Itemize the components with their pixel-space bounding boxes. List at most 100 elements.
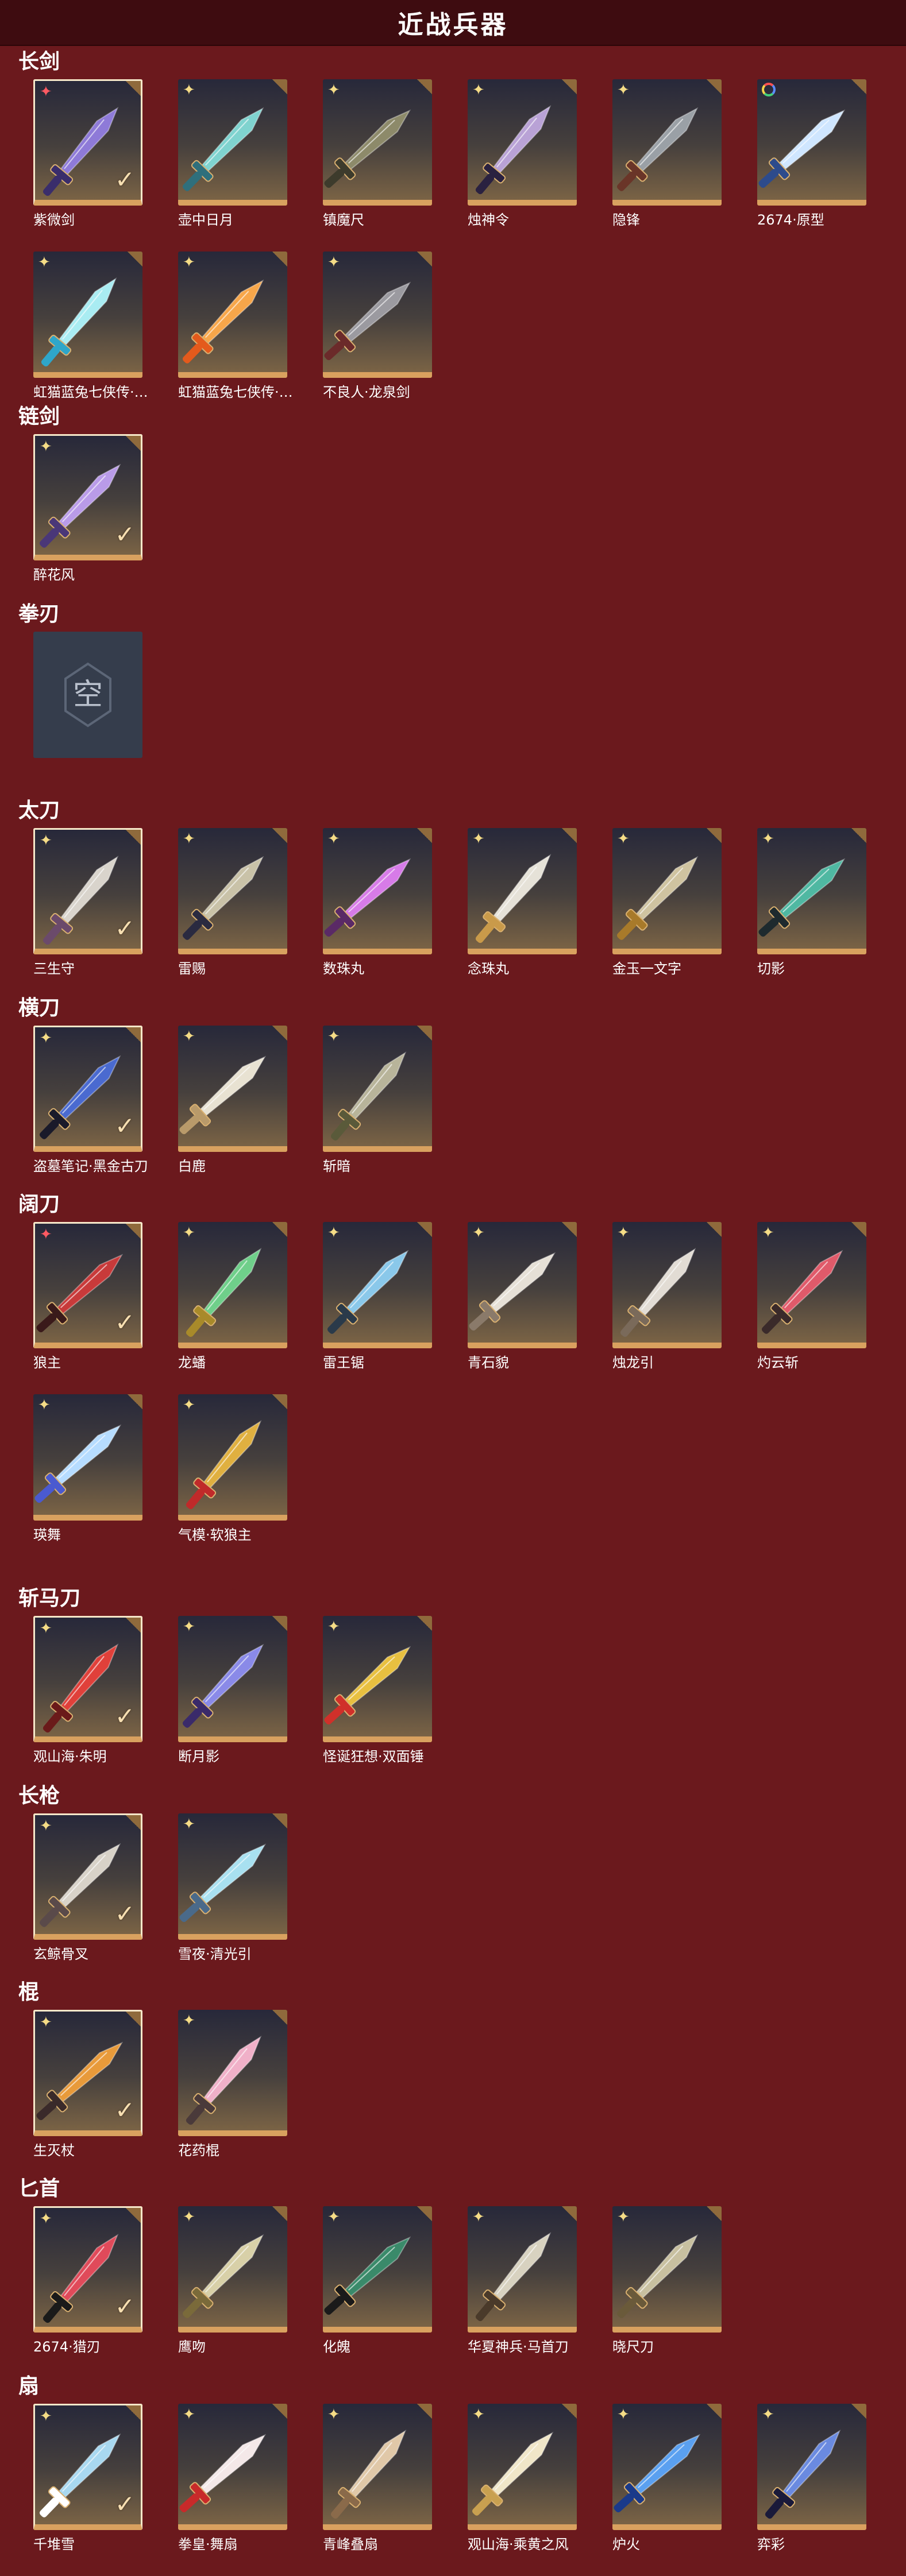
weapon-item[interactable]: ✦ 雷王锯 <box>323 1222 432 1394</box>
weapon-tile[interactable]: ✦ ✓ <box>33 434 142 560</box>
weapon-item[interactable]: ✦ 拳皇·舞扇 <box>178 2404 287 2576</box>
weapon-tile[interactable]: ✦ ✓ <box>33 1222 142 1348</box>
weapon-item[interactable]: ✦ 切影 <box>757 828 866 1000</box>
weapon-tile[interactable]: ✦ <box>612 828 722 954</box>
weapon-item[interactable]: ✦ 华夏神兵·马首刀 <box>468 2206 577 2378</box>
equipped-check-icon: ✓ <box>114 1308 135 1336</box>
weapon-item[interactable]: ✦ 烛神令 <box>468 79 577 252</box>
weapon-item[interactable]: ✦ 金玉一文字 <box>612 828 722 1000</box>
weapon-tile[interactable]: ✦ ✓ <box>33 79 142 206</box>
weapon-tile[interactable]: ✦ <box>323 1616 432 1742</box>
weapon-tile[interactable]: ✦ <box>178 1616 287 1742</box>
weapon-item[interactable]: ✦ ✓ 2674·猎刃 <box>33 2206 142 2378</box>
weapon-tile[interactable]: ✦ <box>323 828 432 954</box>
section-title: 棍 <box>18 1981 40 2004</box>
weapon-tile[interactable]: ✦ <box>468 1222 577 1348</box>
weapon-item[interactable]: ✦ 虹猫蓝兔七侠传·冰魄剑 <box>33 252 160 424</box>
weapon-item[interactable]: ✦ ✓ 三生守 <box>33 828 142 1000</box>
weapon-item[interactable]: ✦ ✓ 千堆雪 <box>33 2404 142 2576</box>
empty-slot[interactable]: 空 <box>33 632 142 758</box>
weapon-item[interactable]: 2674·原型 <box>757 79 866 252</box>
weapon-item[interactable]: ✦ 弈彩 <box>757 2404 866 2576</box>
weapon-tile[interactable]: ✦ <box>612 2404 722 2530</box>
weapon-tile[interactable]: ✦ <box>178 79 287 206</box>
weapon-item[interactable]: ✦ 雪夜·清光引 <box>178 1813 287 1986</box>
weapon-item[interactable]: ✦ 雷赐 <box>178 828 287 1000</box>
weapon-tile[interactable]: ✦ <box>612 79 722 206</box>
weapon-item[interactable]: ✦ ✓ 醉花风 <box>33 434 142 606</box>
rarity-icon: ✦ <box>183 1618 195 1635</box>
weapon-tile[interactable]: ✦ ✓ <box>33 828 142 954</box>
weapon-item[interactable]: ✦ 观山海·乘黄之风 <box>468 2404 577 2576</box>
weapon-tile[interactable]: ✦ <box>178 1026 287 1152</box>
rarity-icon: ✦ <box>40 1817 52 1835</box>
weapon-item[interactable]: ✦ 花药棍 <box>178 2010 287 2182</box>
weapon-tile[interactable]: ✦ <box>323 2206 432 2333</box>
weapon-tile[interactable]: ✦ ✓ <box>33 1026 142 1152</box>
weapon-tile[interactable]: ✦ <box>178 828 287 954</box>
weapon-tile[interactable]: ✦ <box>178 2010 287 2136</box>
weapon-item[interactable]: ✦ ✓ 紫微剑 <box>33 79 142 252</box>
weapon-item[interactable]: ✦ ✓ 玄鲸骨叉 <box>33 1813 142 1986</box>
corner-tag-icon <box>417 2404 432 2419</box>
weapon-tile[interactable]: ✦ ✓ <box>33 1616 142 1742</box>
weapon-tile[interactable]: ✦ <box>757 1222 866 1348</box>
weapon-item[interactable]: ✦ 气模·软狼主 <box>178 1394 287 1567</box>
weapon-item[interactable]: ✦ 壶中日月 <box>178 79 287 252</box>
weapon-item[interactable]: ✦ 炉火 <box>612 2404 722 2576</box>
weapon-tile[interactable] <box>757 79 866 206</box>
weapon-item[interactable]: ✦ 不良人·龙泉剑 <box>323 252 432 424</box>
section-title: 横刀 <box>18 996 60 1020</box>
weapon-item[interactable]: ✦ 斩暗 <box>323 1026 432 1198</box>
weapon-tile[interactable]: ✦ <box>323 79 432 206</box>
weapon-item[interactable]: ✦ ✓ 生灭杖 <box>33 2010 142 2182</box>
equipped-check-icon: ✓ <box>114 1112 135 1140</box>
weapon-item[interactable]: ✦ 镇魔尺 <box>323 79 432 252</box>
weapon-item[interactable]: ✦ 化魄 <box>323 2206 432 2378</box>
weapon-item[interactable]: ✦ ✓ 盗墓笔记·黑金古刀 <box>33 1026 148 1198</box>
weapon-tile[interactable]: ✦ <box>468 2206 577 2333</box>
weapon-item[interactable]: ✦ 龙蟠 <box>178 1222 287 1394</box>
weapon-item[interactable]: ✦ 断月影 <box>178 1616 287 1788</box>
weapon-tile[interactable]: ✦ <box>468 828 577 954</box>
weapon-item[interactable]: 空 <box>33 632 142 804</box>
weapon-item[interactable]: ✦ 怪诞狂想·双面锤 <box>323 1616 432 1788</box>
rarity-icon: ✦ <box>183 82 195 99</box>
weapon-tile[interactable]: ✦ <box>178 2404 287 2530</box>
weapon-item[interactable]: ✦ ✓ 观山海·朱明 <box>33 1616 142 1788</box>
weapon-tile[interactable]: ✦ <box>33 252 142 378</box>
weapon-tile[interactable]: ✦ <box>178 1813 287 1940</box>
weapon-item[interactable]: ✦ 数珠丸 <box>323 828 432 1000</box>
weapon-tile[interactable]: ✦ <box>178 252 287 378</box>
weapon-tile[interactable]: ✦ <box>468 2404 577 2530</box>
weapon-tile[interactable]: ✦ <box>757 2404 866 2530</box>
weapon-tile[interactable]: ✦ <box>178 1394 287 1521</box>
weapon-tile[interactable]: ✦ <box>178 2206 287 2333</box>
weapon-item[interactable]: ✦ ✓ 狼主 <box>33 1222 142 1394</box>
weapon-tile[interactable]: ✦ <box>178 1222 287 1348</box>
weapon-item[interactable]: ✦ 灼云斩 <box>757 1222 866 1394</box>
weapon-tile[interactable]: ✦ <box>323 1222 432 1348</box>
weapon-tile[interactable]: ✦ <box>323 252 432 378</box>
weapon-item[interactable]: ✦ 晓尺刀 <box>612 2206 722 2378</box>
weapon-tile[interactable]: ✦ ✓ <box>33 2206 142 2333</box>
weapon-item[interactable]: ✦ 虹猫蓝兔七侠传·长虹剑 <box>178 252 304 424</box>
weapon-item[interactable]: ✦ 隐锋 <box>612 79 722 252</box>
weapon-tile[interactable]: ✦ <box>612 1222 722 1348</box>
weapon-tile[interactable]: ✦ <box>468 79 577 206</box>
weapon-tile[interactable]: ✦ <box>757 828 866 954</box>
weapon-item[interactable]: ✦ 青石貌 <box>468 1222 577 1394</box>
weapon-item[interactable]: ✦ 白鹿 <box>178 1026 287 1198</box>
weapon-tile[interactable]: ✦ <box>33 1394 142 1521</box>
weapon-tile[interactable]: ✦ <box>612 2206 722 2333</box>
weapon-item[interactable]: ✦ 念珠丸 <box>468 828 577 1000</box>
weapon-item[interactable]: ✦ 青峰叠扇 <box>323 2404 432 2576</box>
weapon-tile[interactable]: ✦ ✓ <box>33 2010 142 2136</box>
weapon-tile[interactable]: ✦ ✓ <box>33 1813 142 1940</box>
weapon-tile[interactable]: ✦ <box>323 2404 432 2530</box>
weapon-tile[interactable]: ✦ ✓ <box>33 2404 142 2530</box>
weapon-item[interactable]: ✦ 瑛舞 <box>33 1394 142 1567</box>
weapon-tile[interactable]: ✦ <box>323 1026 432 1152</box>
weapon-item[interactable]: ✦ 鹰吻 <box>178 2206 287 2378</box>
weapon-item[interactable]: ✦ 烛龙引 <box>612 1222 722 1394</box>
